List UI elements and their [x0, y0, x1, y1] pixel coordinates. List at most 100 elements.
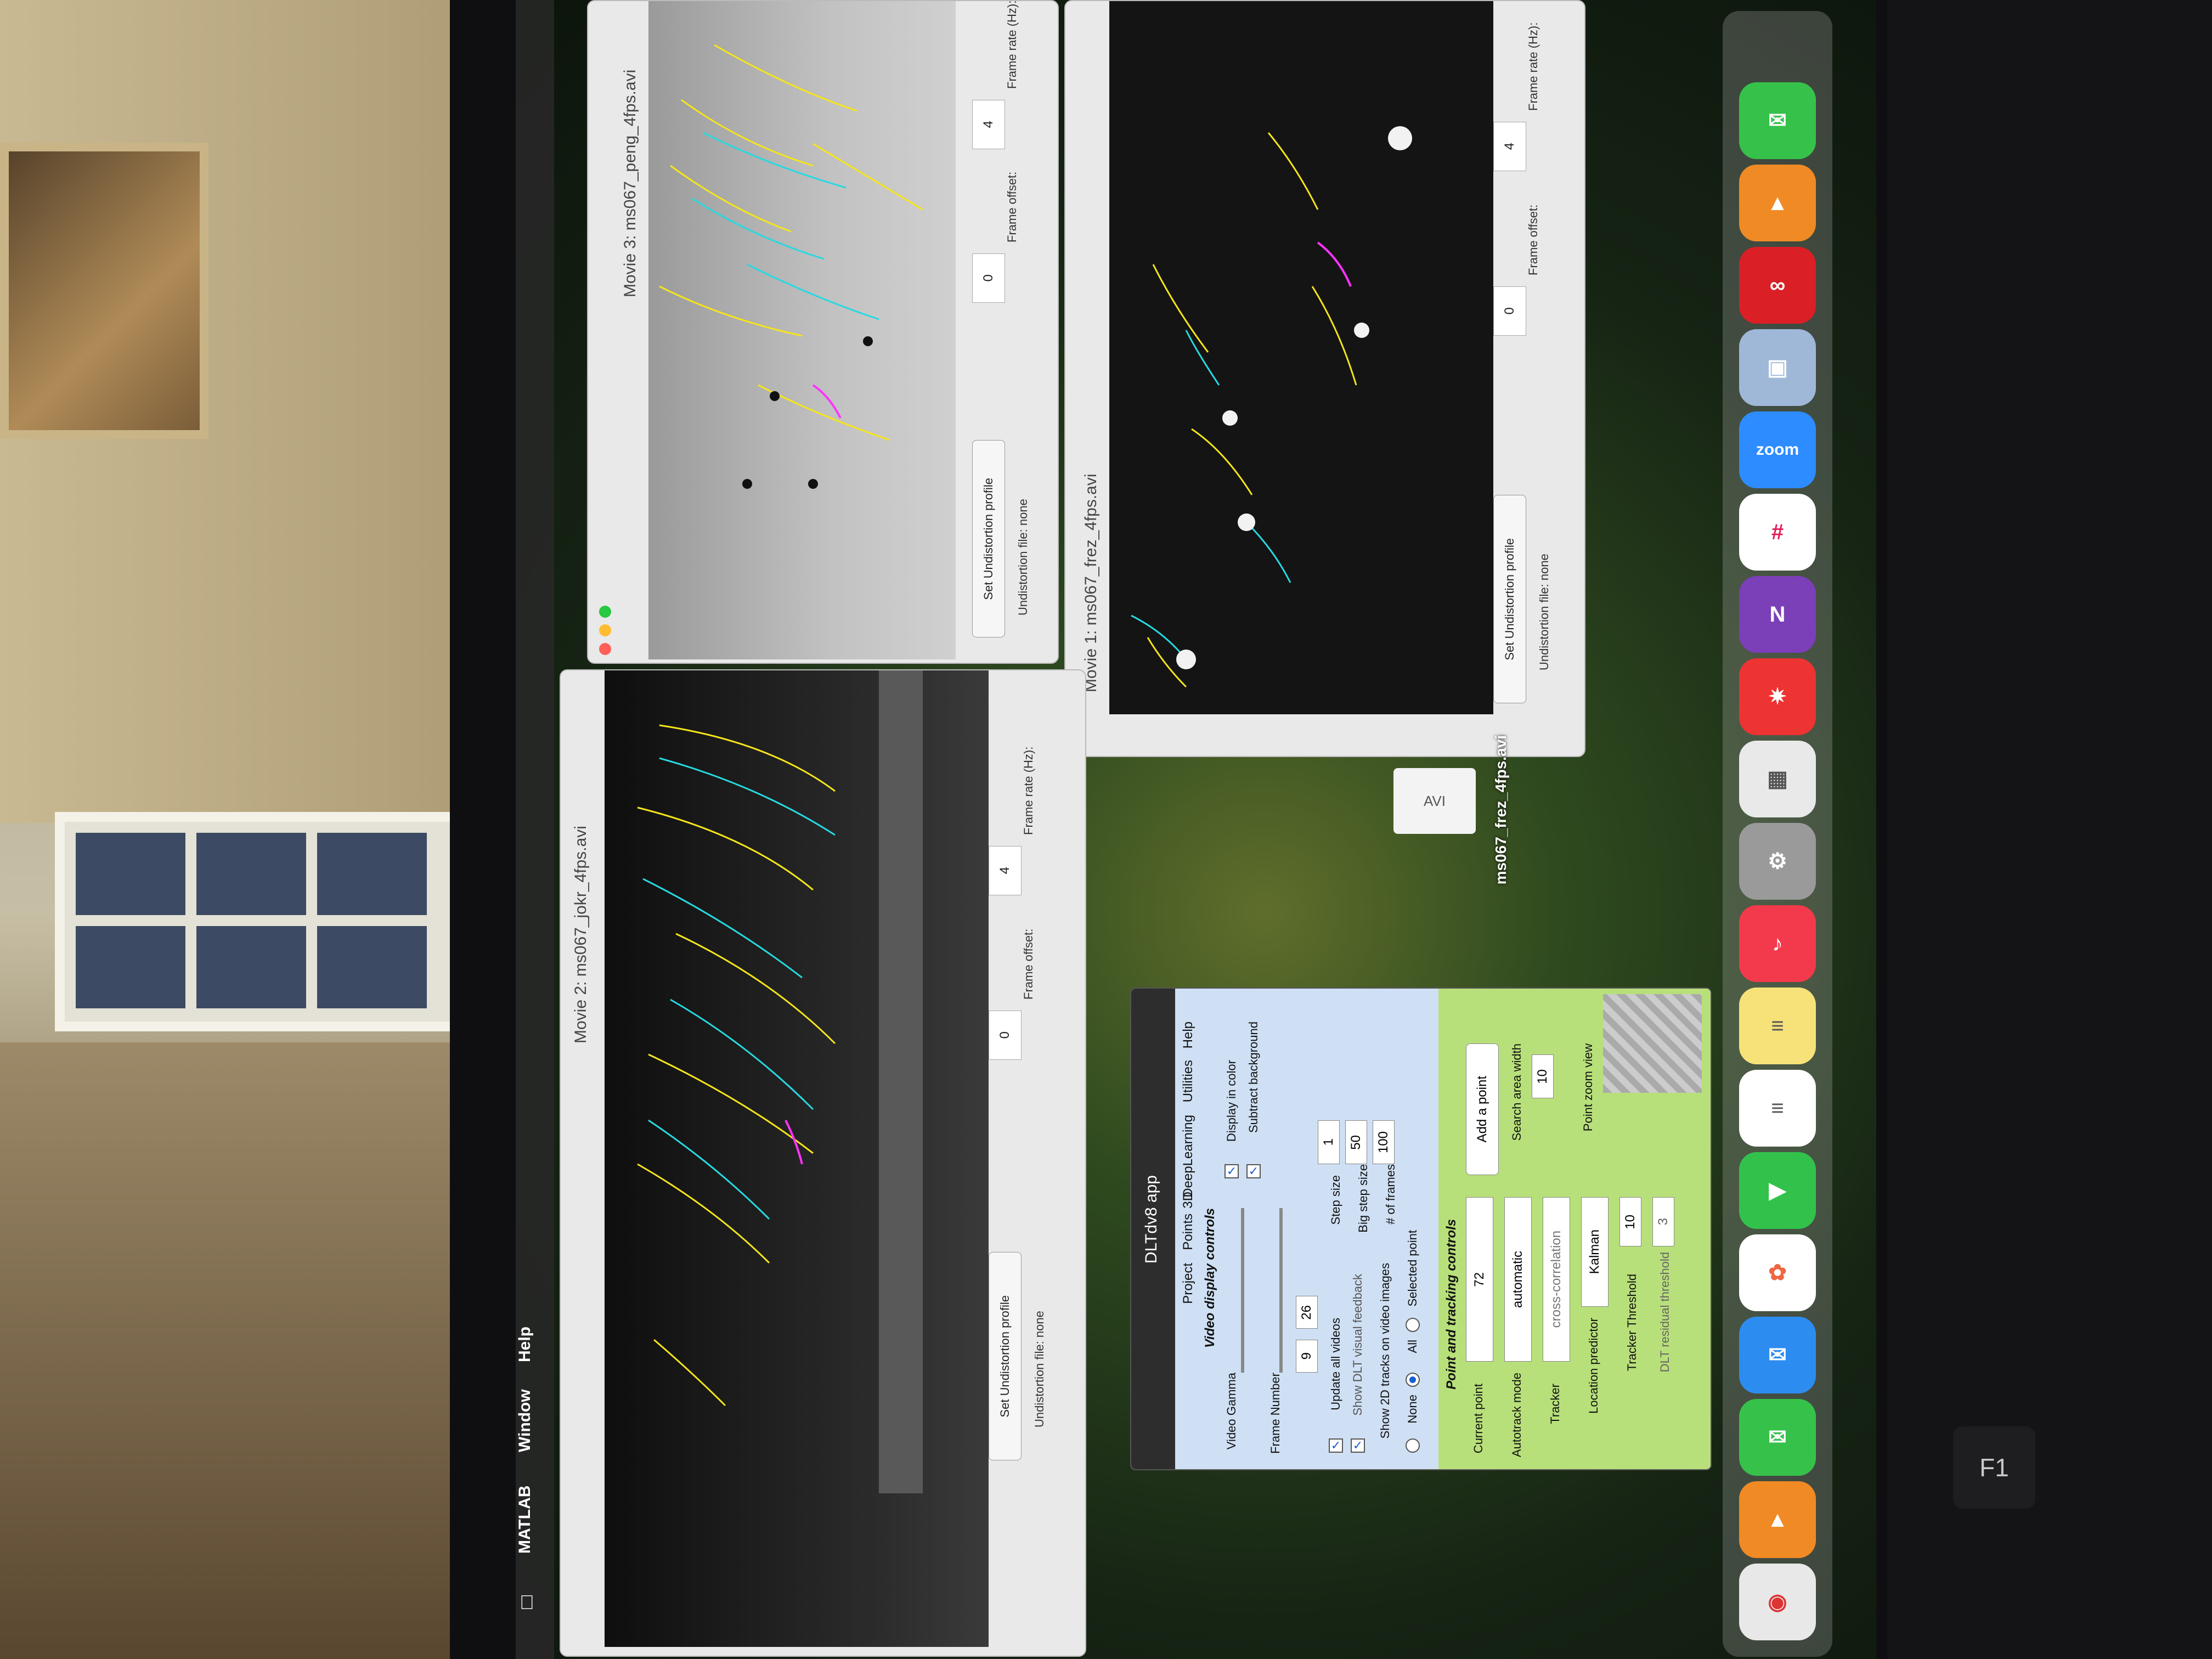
radio-selected[interactable] — [1406, 1318, 1420, 1332]
show-tracks-label: Show 2D tracks on video images — [1378, 1263, 1392, 1439]
launchpad-icon[interactable]: ▦ — [1739, 741, 1816, 817]
track-overlay — [637, 670, 923, 1493]
set-undistortion-button[interactable]: Set Undistortion profile — [1493, 495, 1526, 703]
track-overlay — [1131, 126, 1412, 688]
menu-bar:  MATLAB Window Help — [516, 0, 554, 1659]
keyboard: F1 — [1887, 0, 2212, 1659]
desktop-file-name[interactable]: ms067_frez_4fps.avi — [1492, 735, 1510, 884]
video-frame[interactable] — [605, 670, 989, 1647]
menu-matlab[interactable]: MATLAB — [516, 1470, 554, 1569]
tracker-select[interactable]: cross-correlation — [1543, 1197, 1570, 1362]
menu-window[interactable]: Window — [516, 1383, 554, 1459]
step-size-label: Step size — [1329, 1175, 1342, 1225]
movie-title: Movie 3: ms067_peng_4fps.avi — [621, 69, 639, 297]
music-icon[interactable]: ♪ — [1739, 905, 1816, 982]
settings-icon[interactable]: ⚙ — [1739, 823, 1816, 900]
tracker-threshold-input[interactable]: 10 — [1620, 1197, 1641, 1246]
set-undistortion-button[interactable]: Set Undistortion profile — [972, 440, 1005, 637]
frame-number-label: Frame Number — [1268, 1373, 1282, 1454]
search-width-input[interactable]: 10 — [1532, 1054, 1554, 1098]
point-zoom-view — [1603, 994, 1702, 1093]
frame-offset-input[interactable]: 0 — [989, 1011, 1022, 1060]
messages-icon-2[interactable]: ✉ — [1739, 82, 1816, 159]
movie-window-3[interactable]: Movie 3: ms067_peng_4fps.avi Set Undisto… — [587, 0, 1059, 664]
radio-none[interactable] — [1406, 1438, 1420, 1453]
slack-icon[interactable]: # — [1739, 494, 1816, 571]
zoom-icon[interactable]: zoom — [1739, 411, 1816, 488]
frame-offset-input[interactable]: 0 — [972, 253, 1005, 303]
dlt-menu-project[interactable]: Project — [1181, 1263, 1196, 1304]
dlt-menu-points[interactable]: Points — [1181, 1214, 1196, 1250]
photos-icon[interactable]: ✿ — [1739, 1234, 1816, 1311]
step-size-input[interactable]: 1 — [1318, 1120, 1340, 1164]
set-undistortion-button[interactable]: Set Undistortion profile — [989, 1252, 1022, 1460]
frame-rate-label: Frame rate (Hz): — [1005, 0, 1019, 89]
frame-rate-input[interactable]: 4 — [989, 846, 1022, 895]
frame-offset-input[interactable]: 0 — [1493, 286, 1526, 336]
frame-rate-input[interactable]: 4 — [1493, 122, 1526, 171]
dlt-titlebar[interactable]: DLTdv8 app — [1131, 989, 1175, 1469]
video-frame[interactable] — [1109, 1, 1493, 714]
update-all-checkbox[interactable]: ✓ — [1329, 1438, 1343, 1453]
big-step-label: Big step size — [1356, 1164, 1370, 1233]
gamma-slider[interactable] — [1241, 1208, 1244, 1373]
dlt-menu-help[interactable]: Help — [1181, 1022, 1196, 1048]
autotrack-select[interactable]: automatic — [1504, 1197, 1532, 1362]
wall-painting — [0, 143, 208, 439]
video-gamma-label: Video Gamma — [1224, 1373, 1238, 1450]
radio-selected-label: Selected point — [1406, 1230, 1419, 1307]
creative-cloud-icon[interactable]: ∞ — [1739, 247, 1816, 324]
frames-input[interactable]: 100 — [1373, 1120, 1395, 1164]
frames-label: # of frames — [1384, 1164, 1397, 1225]
show-dlt-checkbox[interactable]: ✓ — [1351, 1438, 1365, 1453]
radio-all[interactable] — [1406, 1373, 1420, 1387]
frame-number-input[interactable]: 9 — [1296, 1340, 1318, 1373]
matlab-icon[interactable]: ▲ — [1739, 1481, 1816, 1558]
current-point-select[interactable]: 72 — [1466, 1197, 1493, 1362]
chrome-icon[interactable]: ◉ — [1739, 1564, 1816, 1640]
frame-offset-label: Frame offset: — [1526, 204, 1540, 275]
display-color-checkbox[interactable]: ✓ — [1224, 1164, 1239, 1178]
video-frame[interactable] — [648, 1, 956, 659]
minimize-button[interactable] — [599, 624, 611, 636]
preview-icon[interactable]: ▣ — [1739, 329, 1816, 406]
apple-icon[interactable]:  — [516, 1591, 554, 1613]
close-button[interactable] — [599, 643, 611, 655]
video-controls-heading: Video display controls — [1203, 1208, 1217, 1348]
room-window — [55, 812, 505, 1031]
reminders-icon[interactable]: ≡ — [1739, 1070, 1816, 1147]
movie-title: Movie 1: ms067_frez_4fps.avi — [1082, 473, 1100, 692]
residual-threshold-input[interactable]: 3 — [1652, 1197, 1674, 1246]
tracking-panel: Point and tracking controls Current poin… — [1438, 989, 1711, 1469]
avi-file-icon[interactable]: AVI — [1393, 768, 1476, 834]
dock: ◉ ▲ ✉ ✉ ✿ ▶ ≡ ≡ ♪ ⚙ ▦ ✷ N # zoom ▣ ∞ ▲ ✉ — [1723, 11, 1832, 1657]
frame-offset-label: Frame offset: — [1022, 928, 1035, 1000]
onenote-icon[interactable]: N — [1739, 576, 1816, 653]
undistortion-file-label: Undistortion file: none — [1032, 1311, 1046, 1427]
movie-window-2[interactable]: Movie 2: ms067_jokr_4fps.avi Set Undisto… — [560, 669, 1086, 1657]
big-step-input[interactable]: 50 — [1345, 1120, 1367, 1164]
subtract-bg-checkbox[interactable]: ✓ — [1246, 1164, 1261, 1178]
dlt-menu-utilities[interactable]: Utilities — [1181, 1060, 1196, 1102]
matlab-icon-2[interactable]: ▲ — [1739, 165, 1816, 241]
frame-number-input-2[interactable]: 26 — [1296, 1296, 1318, 1329]
frame-rate-input[interactable]: 4 — [972, 100, 1005, 149]
point-zoom-label: Point zoom view — [1581, 1043, 1595, 1132]
mail-icon[interactable]: ✉ — [1739, 1317, 1816, 1393]
frame-slider[interactable] — [1279, 1208, 1283, 1373]
update-all-label: Update all videos — [1329, 1318, 1342, 1410]
frame-rate-label: Frame rate (Hz): — [1022, 746, 1035, 835]
dlt-menu-deeplearning[interactable]: DeepLearning — [1181, 1115, 1196, 1198]
movie-window-1[interactable]: Movie 1: ms067_frez_4fps.avi Set Undisto… — [1064, 0, 1585, 757]
notes-icon[interactable]: ≡ — [1739, 988, 1816, 1064]
location-predictor-select[interactable]: Kalman — [1581, 1197, 1609, 1307]
dltdv8-window[interactable]: DLTdv8 app Project Points 3D DeepLearnin… — [1130, 988, 1712, 1470]
window-pane — [317, 926, 427, 1008]
add-point-button[interactable]: Add a point — [1466, 1043, 1499, 1175]
residual-threshold-label: DLT residual threshold — [1658, 1252, 1672, 1373]
wps-icon[interactable]: ✷ — [1739, 658, 1816, 735]
facetime-icon[interactable]: ▶ — [1739, 1152, 1816, 1229]
messages-icon[interactable]: ✉ — [1739, 1399, 1816, 1476]
zoom-button[interactable] — [599, 606, 611, 618]
menu-help[interactable]: Help — [516, 1317, 554, 1372]
